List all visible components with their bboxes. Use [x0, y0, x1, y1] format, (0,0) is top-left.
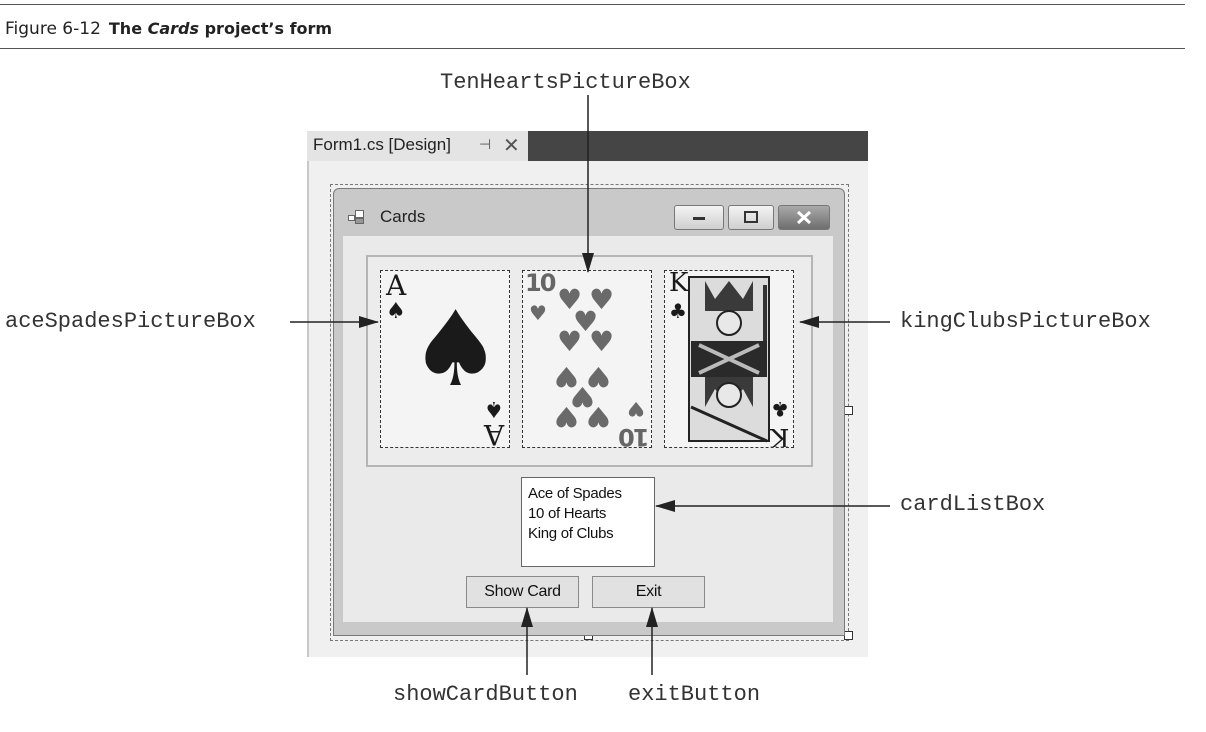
callout-show-card: showCardButton — [393, 682, 578, 707]
list-item[interactable]: King of Clubs — [522, 524, 654, 544]
spade-icon: ♠ — [409, 288, 503, 410]
figure-title: The Cards project’s form — [109, 19, 332, 38]
club-icon: ♣ — [669, 299, 687, 323]
designer-tab[interactable]: Form1.cs [Design] ⊣ ✕ — [307, 131, 528, 161]
maximize-button[interactable] — [728, 205, 774, 230]
tab-strip — [528, 131, 868, 161]
svg-text:♥: ♥ — [589, 325, 614, 358]
designer-tab-label: Form1.cs [Design] — [313, 135, 451, 154]
figure-number: Figure 6-12 — [5, 19, 101, 39]
show-card-button[interactable]: Show Card — [466, 576, 579, 608]
figure-title-italic: Cards — [147, 19, 200, 38]
callout-ten-hearts: TenHeartsPictureBox — [440, 70, 691, 95]
minimize-button[interactable] — [674, 205, 724, 230]
club-icon-bottom: ♣ — [771, 397, 789, 421]
cards-panel: A ♠ ♠ A ♠ 10 ♥ ♥ ♥ ♥ ♥ ♥ ♥ ♥ ♥ ♥ ♥ 10 ♥ … — [366, 255, 813, 467]
pin-icon[interactable]: ⊣ — [479, 137, 491, 153]
svg-text:♥: ♥ — [557, 325, 582, 358]
form-icon — [348, 210, 364, 224]
resize-handle-right[interactable] — [844, 406, 853, 415]
card-list-box[interactable]: Ace of Spades 10 of Hearts King of Clubs — [521, 477, 655, 567]
minimize-icon — [693, 217, 705, 220]
king-clubs-picture-box[interactable]: K ♣ K ♣ — [664, 270, 794, 448]
list-item[interactable]: 10 of Hearts — [522, 504, 654, 524]
maximize-icon — [744, 211, 758, 223]
svg-text:♥: ♥ — [586, 400, 611, 433]
callout-exit: exitButton — [628, 682, 761, 707]
ten-suit-bottom: ♥ — [627, 397, 645, 421]
ace-rank: A — [386, 270, 407, 302]
ace-suit-bottom: ♠ — [484, 396, 504, 421]
callout-ace-spades: aceSpadesPictureBox — [5, 309, 256, 334]
ten-rank-bottom: 10 — [619, 423, 649, 448]
form-title: Cards — [380, 207, 426, 226]
figure-caption: Figure 6-12 The Cards project’s form — [5, 19, 332, 39]
designer-left-edge — [307, 161, 309, 657]
cards-form: Cards A ♠ ♠ A ♠ 10 ♥ ♥ ♥ ♥ ♥ ♥ ♥ ♥ ♥ ♥ ♥… — [333, 188, 845, 636]
king-rank: K — [669, 270, 689, 298]
caption-rule — [0, 48, 1185, 49]
resize-handle-corner[interactable] — [844, 631, 853, 640]
close-icon[interactable]: ✕ — [503, 133, 520, 157]
top-rule — [0, 4, 1185, 5]
callout-card-list: cardListBox — [900, 492, 1046, 517]
close-button[interactable] — [778, 205, 830, 230]
ace-rank-bottom: A — [483, 418, 504, 448]
king-rank-bottom: K — [769, 422, 789, 447]
list-item[interactable]: Ace of Spades — [522, 484, 654, 504]
ten-hearts-picture-box[interactable]: 10 ♥ ♥ ♥ ♥ ♥ ♥ ♥ ♥ ♥ ♥ ♥ 10 ♥ — [522, 270, 652, 448]
form-client-area: A ♠ ♠ A ♠ 10 ♥ ♥ ♥ ♥ ♥ ♥ ♥ ♥ ♥ ♥ ♥ 10 ♥ … — [343, 236, 833, 622]
ace-spades-picture-box[interactable]: A ♠ ♠ A ♠ — [380, 270, 510, 448]
figure-title-suffix: project’s form — [199, 19, 333, 38]
designer-surface: Form1.cs [Design] ⊣ ✕ Cards A ♠ ♠ A ♠ 10… — [307, 131, 868, 657]
exit-button[interactable]: Exit — [592, 576, 705, 608]
close-window-icon — [796, 210, 812, 225]
figure-title-prefix: The — [108, 19, 148, 38]
ace-suit-small: ♠ — [386, 299, 406, 324]
callout-king-clubs: kingClubsPictureBox — [900, 309, 1151, 334]
svg-text:♥: ♥ — [554, 400, 579, 433]
